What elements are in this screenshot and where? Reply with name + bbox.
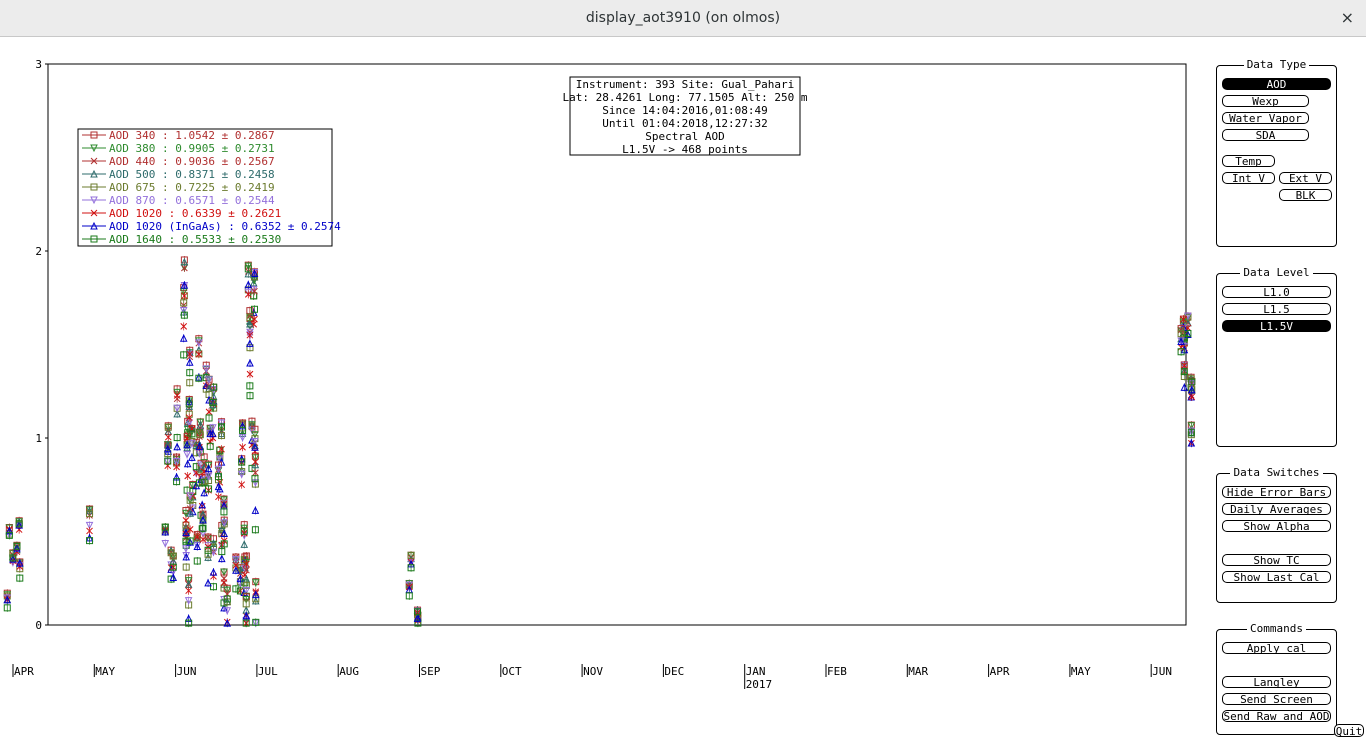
wexp-button[interactable]: Wexp: [1222, 95, 1309, 107]
quit-button[interactable]: Quit: [1334, 724, 1364, 738]
langley-button[interactable]: Langley: [1222, 676, 1331, 688]
x-tick-label: APR: [14, 665, 34, 678]
legend-label: AOD 380 : 0.9905 ± 0.2731: [109, 142, 275, 155]
y-tick-label: 1: [35, 432, 42, 445]
x-tick-label: SEP: [421, 665, 441, 678]
x-axis: APR MAY JUN JUL AUG SEP OCT NOV DEC JAN FEB MAR APR M…: [12, 664, 1172, 691]
l1-5v-button[interactable]: L1.5V: [1222, 320, 1331, 332]
close-icon[interactable]: ×: [1341, 8, 1354, 27]
info-line: Spectral AOD: [645, 130, 724, 143]
water-vapor-button[interactable]: Water Vapor: [1222, 112, 1309, 124]
data-type-panel: Data Type AOD Wexp Water Vapor SDA Temp …: [1216, 58, 1337, 247]
legend: AOD 340 : 1.0542 ± 0.2867AOD 380 : 0.990…: [77, 128, 341, 247]
window-titlebar: display_aot3910 (on olmos) ×: [0, 0, 1366, 37]
data-level-panel: Data Level L1.0 L1.5 L1.5V: [1216, 266, 1337, 447]
x-tick-label: AUG: [339, 665, 359, 678]
legend-label: AOD 340 : 1.0542 ± 0.2867: [109, 129, 275, 142]
info-line: Until 01:04:2018,12:27:32: [602, 117, 768, 130]
x-tick-label: FEB: [827, 665, 847, 678]
x-tick-label: MAR: [908, 665, 928, 678]
legend-label: AOD 1020 : 0.6339 ± 0.2621: [109, 207, 281, 220]
apply-cal-button[interactable]: Apply cal: [1222, 642, 1331, 654]
aod-button[interactable]: AOD: [1222, 78, 1331, 90]
legend-label: AOD 1020 (InGaAs) : 0.6352 ± 0.2574: [109, 220, 341, 233]
daily-averages-button[interactable]: Daily Averages: [1222, 503, 1331, 515]
legend-label: AOD 675 : 0.7225 ± 0.2419: [109, 181, 275, 194]
y-axis: 0 1 2 3: [35, 58, 48, 632]
sda-button[interactable]: SDA: [1222, 129, 1309, 141]
info-line: Since 14:04:2016,01:08:49: [602, 104, 768, 117]
send-raw-and-aod-button[interactable]: Send Raw and AOD: [1222, 710, 1331, 722]
data-switches-panel: Data Switches Hide Error Bars Daily Aver…: [1216, 466, 1337, 603]
data-type-title: Data Type: [1243, 58, 1310, 71]
x-tick-label: NOV: [583, 665, 603, 678]
info-line: L1.5V -> 468 points: [622, 143, 748, 156]
data-switches-title: Data Switches: [1230, 466, 1323, 479]
ext-v-button[interactable]: Ext V: [1279, 172, 1332, 184]
y-tick-label: 3: [35, 58, 42, 71]
commands-title: Commands: [1247, 622, 1306, 635]
int-v-button[interactable]: Int V: [1222, 172, 1275, 184]
l1-0-button[interactable]: L1.0: [1222, 286, 1331, 298]
x-tick-label: JAN: [746, 665, 766, 678]
x-tick-label: OCT: [502, 665, 522, 678]
y-tick-label: 2: [35, 245, 42, 258]
x-tick-label: MAY: [95, 665, 115, 678]
blk-button[interactable]: BLK: [1279, 189, 1332, 201]
legend-label: AOD 440 : 0.9036 ± 0.2567: [109, 155, 275, 168]
x-tick-label: MAY: [1071, 665, 1091, 678]
send-screen-button[interactable]: Send Screen: [1222, 693, 1331, 705]
x-tick-label: APR: [990, 665, 1010, 678]
info-line: Instrument: 393 Site: Gual_Pahari: [576, 78, 795, 91]
show-alpha-button[interactable]: Show Alpha: [1222, 520, 1331, 532]
info-line: Lat: 28.4261 Long: 77.1505 Alt: 250 m: [562, 91, 807, 104]
temp-button[interactable]: Temp: [1222, 155, 1275, 167]
show-last-cal-button[interactable]: Show Last Cal: [1222, 571, 1331, 583]
x-tick-label: DEC: [664, 665, 684, 678]
window-title: display_aot3910 (on olmos): [585, 10, 781, 26]
show-tc-button[interactable]: Show TC: [1222, 554, 1331, 566]
info-box: Instrument: 393 Site: Gual_PahariLat: 28…: [562, 76, 808, 156]
legend-label: AOD 500 : 0.8371 ± 0.2458: [109, 168, 275, 181]
l1-5-button[interactable]: L1.5: [1222, 303, 1331, 315]
y-tick-label: 0: [35, 619, 42, 632]
legend-label: AOD 1640 : 0.5533 ± 0.2530: [109, 233, 281, 246]
legend-label: AOD 870 : 0.6571 ± 0.2544: [109, 194, 275, 207]
x-year-label: 2017: [746, 678, 773, 691]
hide-error-bars-button[interactable]: Hide Error Bars: [1222, 486, 1331, 498]
x-tick-label: JUL: [258, 665, 278, 678]
x-tick-label: JUN: [1152, 665, 1172, 678]
aod-chart: 0 1 2 3 APR MAY JUN JUL AUG SEP OCT NOV DEC JAN FEB MA…: [3, 58, 1196, 691]
data-level-title: Data Level: [1240, 266, 1313, 279]
x-tick-label: JUN: [177, 665, 197, 678]
commands-panel: Commands Apply cal Langley Send Screen S…: [1216, 622, 1337, 735]
